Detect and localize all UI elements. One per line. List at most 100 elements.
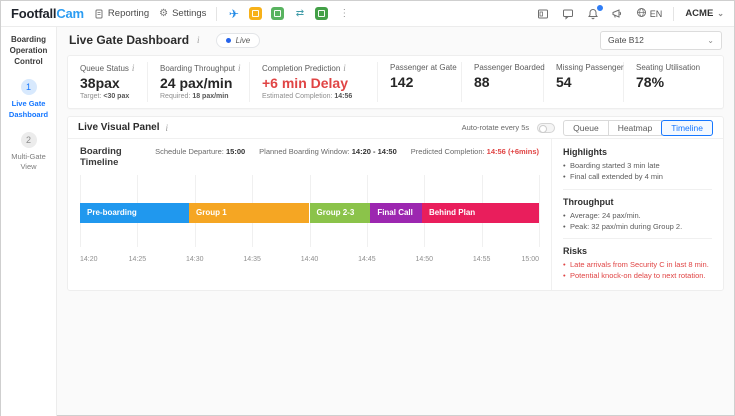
kiosk-icon[interactable]	[536, 7, 550, 21]
timeline-plot: Pre-boarding Group 1 Group 2-3 Final Call Be…	[80, 175, 540, 263]
nav-settings[interactable]: ⚙ Settings	[159, 8, 206, 19]
kpi-passenger-at-gate: Passenger at Gate 142	[378, 62, 462, 102]
panel-header: Live Visual Panel i Auto-rotate every 5s…	[68, 117, 723, 139]
kpi-passenger-boarded: Passenger Boarded 88	[462, 62, 545, 102]
gate-select-value: Gate B12	[608, 35, 644, 45]
timeline-segment-group-1[interactable]: Group 1	[189, 203, 310, 223]
kpi-boarding-throughput: Boarding Throughput i 24 pax/min Required…	[148, 62, 250, 102]
sidebar-item-label: Live Gate Dashboard	[8, 99, 49, 119]
chat-icon[interactable]	[561, 7, 575, 21]
planned-boarding-window: Planned Boarding Window: 14:20 - 14:50	[259, 147, 397, 156]
nav-reporting-label: Reporting	[107, 8, 150, 19]
boarding-timeline-chart: Boarding Timeline Schedule Departure: 15…	[68, 139, 551, 290]
top-bar: FootfallCam Reporting ⚙ Settings ✈ ⇄ ⋮ E…	[1, 1, 734, 27]
section-title: Risks	[563, 246, 588, 256]
live-label: Live	[235, 35, 251, 45]
axis-tick-label: 14:25	[128, 256, 147, 263]
info-icon: i	[197, 35, 200, 45]
timeline-segment-pre-boarding[interactable]: Pre-boarding	[80, 203, 189, 223]
step-number: 2	[20, 131, 37, 148]
axis-tick-label: 14:45	[358, 256, 376, 263]
queue-view-button[interactable]: Queue	[563, 119, 609, 136]
gate-select[interactable]: Gate B12 ⌄	[600, 30, 722, 50]
section-title: Throughput	[563, 196, 614, 207]
chart-meta: Schedule Departure: 15:00 Planned Boardi…	[155, 147, 539, 156]
notification-badge	[595, 3, 604, 12]
axis-tick-label: 14:55	[472, 256, 491, 263]
timeline-segment-behind-plan[interactable]: Behind Plan	[421, 203, 539, 223]
green-chart-icon[interactable]	[271, 7, 285, 20]
sidebar-title: Boarding Operation Control	[9, 35, 48, 66]
kpi-row: Queue Status i 38pax Target: <30 pax Boar…	[67, 55, 724, 109]
airplane-icon[interactable]: ✈	[227, 7, 240, 21]
auto-rotate-toggle[interactable]	[537, 122, 556, 133]
kpi-label: Completion Prediction	[262, 64, 341, 73]
info-icon: i	[165, 122, 169, 133]
timeline-view-button[interactable]: Timeline	[661, 119, 713, 136]
sidebar: Boarding Operation Control 1 Live Gate D…	[1, 27, 57, 416]
sidebar-item-label: Multi-Gate View	[11, 151, 46, 171]
axis-tick-label: 14:40	[300, 256, 319, 263]
green-calendar-icon[interactable]	[315, 7, 329, 20]
gear-icon: ⚙	[159, 8, 169, 19]
more-dots-icon[interactable]: ⋮	[337, 8, 351, 19]
account-menu[interactable]: ACME ⌄	[685, 8, 724, 19]
kpi-sub: Target: <30 pax	[80, 93, 130, 100]
highlight-item: Final call extended by 4 min	[563, 171, 712, 183]
risk-item: Potential knock-on delay to next rotatio…	[563, 270, 712, 282]
transfer-icon[interactable]: ⇄	[293, 7, 306, 20]
kpi-sub: Required: 18 pax/min	[160, 93, 229, 100]
kpi-label: Seating Utilisation	[636, 63, 701, 72]
globe-icon	[636, 7, 647, 20]
kpi-value: 38pax	[80, 75, 120, 91]
chevron-down-icon: ⌄	[707, 35, 714, 45]
risk-item: Late arrivals from Security C in last 8 …	[563, 259, 712, 271]
kpi-label: Passenger Boarded	[474, 63, 545, 72]
sidebar-item-multi-gate-view[interactable]: 2 Multi-Gate View	[4, 131, 53, 172]
live-visual-panel: Live Visual Panel i Auto-rotate every 5s…	[67, 116, 724, 291]
divider	[563, 188, 712, 190]
live-dot-icon	[225, 37, 231, 43]
kpi-missing-passenger: Missing Passenger 54	[544, 62, 624, 102]
divider	[216, 6, 218, 21]
megaphone-icon[interactable]	[611, 7, 625, 21]
kpi-label: Queue Status	[80, 64, 129, 73]
live-status-badge: Live	[215, 32, 261, 48]
chart-title: Boarding Timeline	[80, 146, 122, 168]
schedule-departure: Schedule Departure: 15:00	[155, 147, 246, 156]
panel-title: Live Visual Panel	[78, 122, 160, 133]
kpi-completion-prediction: Completion Prediction i +6 min Delay Esti…	[250, 62, 378, 102]
axis-tick-label: 14:35	[243, 256, 261, 263]
info-icon: i	[238, 63, 241, 73]
kpi-label: Passenger at Gate	[390, 63, 457, 72]
timeline-bar: Pre-boarding Group 1 Group 2-3 Final Call Be…	[80, 203, 539, 223]
gridline	[539, 175, 540, 247]
kpi-label: Missing Passenger	[556, 63, 624, 72]
timeline-segment-final-call[interactable]: Final Call	[370, 203, 422, 223]
timeline-segment-group-2-3[interactable]: Group 2-3	[309, 203, 371, 223]
divider	[673, 6, 675, 21]
highlights-section: Highlights Boarding started 3 min late F…	[563, 147, 712, 183]
kpi-seating-utilisation: Seating Utilisation 78%	[624, 62, 723, 102]
sidebar-item-live-gate-dashboard[interactable]: 1 Live Gate Dashboard	[4, 79, 53, 119]
axis-tick-label: 15:00	[521, 256, 539, 263]
nav-reporting[interactable]: Reporting	[94, 8, 149, 19]
kpi-value: 78%	[636, 74, 665, 90]
report-icon	[94, 9, 104, 19]
nav-settings-label: Settings	[172, 8, 207, 19]
kpi-queue-status: Queue Status i 38pax Target: <30 pax	[68, 62, 148, 102]
bell-icon[interactable]	[586, 3, 604, 21]
main-content: Live Gate Dashboard i Live Gate B12 ⌄ Qu…	[57, 27, 734, 416]
account-name: ACME	[685, 8, 714, 19]
page-header: Live Gate Dashboard i Live Gate B12 ⌄	[57, 27, 734, 53]
app-shortcuts: ✈ ⇄ ⋮	[227, 7, 351, 21]
auto-rotate-label: Auto-rotate every 5s	[461, 123, 530, 132]
footfallcam-logo[interactable]: FootfallCam	[11, 6, 84, 21]
language-switcher[interactable]: EN	[636, 7, 662, 20]
orange-doc-icon[interactable]	[249, 7, 263, 20]
step-number: 1	[20, 79, 37, 96]
kpi-value: 88	[474, 74, 490, 90]
axis-tick-label: 14:50	[415, 256, 434, 263]
highlight-item: Boarding started 3 min late	[563, 160, 712, 172]
heatmap-view-button[interactable]: Heatmap	[607, 119, 663, 136]
